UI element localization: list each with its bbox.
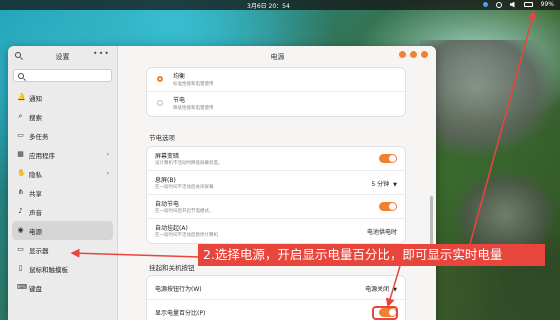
sidebar-item-label: 鼠标和触摸板 (29, 265, 68, 274)
settings-window: 设置 ••• 🔔 通知 ⌕ 搜索 ▭ 多任务 ▦ 应用程序 › ✋ 隐私 › ⋔ 共享 ♪ 声音 ◉ 电源 ▭ 显示器… (8, 46, 436, 320)
dropdown-power-button[interactable]: 电源关闭 ▼ (365, 284, 397, 293)
row-auto-suspend[interactable]: 自动挂起(A) 在一段时间不活动后暂停计算机 电池供电时 (147, 219, 405, 243)
row-desc: 在一段时间不活动后暂停计算机 (155, 233, 218, 238)
power-saving-card: 屏幕变暗 设计算机不活动时降低屏幕亮度。 息屏(B) 在一段时间不活动后关闭屏幕… (147, 147, 405, 243)
row-screen-blank: 息屏(B) 在一段时间不活动后关闭屏幕 5 分钟 ▼ (147, 171, 405, 195)
sidebar-item-label: 搜索 (29, 113, 42, 122)
highlight-toggle (372, 306, 398, 320)
row-label: 息屏(B) (155, 177, 176, 184)
option-desc: 标准性能和电量使用 (173, 82, 214, 87)
sidebar-item-multitask[interactable]: ▭ 多任务 (8, 126, 117, 145)
maximize-button[interactable] (410, 51, 417, 58)
panel-header: 电源 (119, 46, 436, 66)
sidebar-search-input[interactable] (13, 69, 112, 82)
power-mode-balanced[interactable]: 均衡 标准性能和电量使用 (147, 68, 405, 92)
sidebar-item-sound[interactable]: ♪ 声音 (8, 202, 117, 221)
chevron-down-icon: ▼ (393, 287, 397, 293)
sidebar-item-label: 声音 (29, 208, 42, 217)
sidebar-item-share[interactable]: ⋔ 共享 (8, 183, 117, 202)
accessibility-icon[interactable] (482, 2, 488, 7)
sidebar-item-label: 应用程序 (29, 151, 55, 160)
annotation-callout: 2.选择电源，开启显示电量百分比，即可显示实时电量 (198, 244, 545, 266)
row-desc: 设计算机不活动时降低屏幕亮度。 (155, 161, 223, 166)
power-mode-saver[interactable]: 节电 降低性能和电量使用 (147, 92, 405, 116)
row-power-button: 电源按钮行为(W) 电源关闭 ▼ (147, 276, 405, 300)
sidebar-item-bell[interactable]: 🔔 通知 (8, 88, 117, 107)
section-title-power-saving: 节电选项 (149, 134, 175, 142)
multitask-icon: ▭ (17, 131, 24, 139)
sidebar-item-keyboard[interactable]: ⌨ 键盘 (8, 278, 117, 297)
row-label: 显示电量百分比(P) (155, 310, 206, 317)
share-icon: ⋔ (17, 188, 24, 196)
sidebar-item-label: 键盘 (29, 284, 42, 293)
row-label: 电源按钮行为(W) (155, 286, 202, 293)
network-icon[interactable] (495, 1, 502, 8)
power-icon: ◉ (17, 226, 24, 234)
dropdown-value: 电源关闭 (365, 286, 390, 293)
row-desc: 在一段时间后开启节电模式。 (155, 209, 214, 214)
auto-suspend-value[interactable]: 电池供电时 (367, 227, 397, 236)
volume-icon[interactable] (509, 1, 515, 8)
close-button[interactable] (421, 51, 428, 58)
settings-sidebar: 设置 ••• 🔔 通知 ⌕ 搜索 ▭ 多任务 ▦ 应用程序 › ✋ 隐私 › ⋔ 共享 ♪ 声音 ◉ 电源 ▭ 显示器… (8, 46, 118, 320)
row-screen-dim: 屏幕变暗 设计算机不活动时降低屏幕亮度。 (147, 147, 405, 171)
battery-percentage: 99% (540, 1, 554, 8)
search-icon (18, 73, 24, 79)
keyboard-icon: ⌨ (17, 283, 28, 291)
power-panel: 电源 均衡 标准性能和电量使用 节电 降低性能和电量使用 节电选项 屏幕变暗 设… (119, 46, 436, 320)
dropdown-value: 5 分钟 (371, 181, 390, 188)
mouse-icon: ▯ (18, 264, 23, 272)
sound-icon: ♪ (18, 207, 23, 215)
sidebar-header: 设置 ••• (8, 46, 117, 66)
sidebar-item-power[interactable]: ◉ 电源 (12, 221, 113, 240)
radio-balanced[interactable] (157, 76, 163, 82)
system-tray[interactable]: 99% (482, 1, 554, 8)
sidebar-item-label: 电源 (29, 227, 42, 236)
hand-icon: ✋ (17, 169, 26, 177)
option-label: 节电 (173, 97, 186, 104)
display-icon: ▭ (17, 245, 24, 253)
sidebar-item-label: 通知 (29, 94, 42, 103)
sidebar-item-search[interactable]: ⌕ 搜索 (8, 107, 117, 126)
row-label: 自动挂起(A) (155, 225, 188, 232)
menu-button[interactable]: ••• (93, 49, 110, 58)
sidebar-item-apps[interactable]: ▦ 应用程序 › (8, 145, 117, 164)
window-controls (399, 51, 428, 58)
row-label: 自动节电 (155, 201, 180, 208)
option-desc: 降低性能和电量使用 (173, 106, 214, 111)
section-title-suspend: 挂起和关机按钮 (149, 264, 195, 272)
sidebar-item-label: 显示器 (29, 246, 49, 255)
battery-icon[interactable] (523, 2, 533, 7)
chevron-right-icon: › (106, 170, 109, 177)
sidebar-item-mouse[interactable]: ▯ 鼠标和触摸板 (8, 259, 117, 278)
row-label: 屏幕变暗 (155, 153, 180, 160)
top-bar: 3月6日 20：54 99% (0, 0, 560, 10)
bell-icon: 🔔 (17, 93, 26, 101)
page-title: 电源 (270, 53, 285, 61)
sidebar-item-hand[interactable]: ✋ 隐私 › (8, 164, 117, 183)
sidebar-item-display[interactable]: ▭ 显示器 (8, 240, 117, 259)
row-auto-power-saver: 自动节电 在一段时间后开启节电模式。 (147, 195, 405, 219)
sidebar-item-label: 隐私 (29, 170, 42, 179)
row-desc: 在一段时间不活动后关闭屏幕 (155, 185, 214, 190)
toggle-auto-power-saver[interactable] (379, 202, 397, 211)
sidebar-item-label: 共享 (29, 189, 42, 198)
power-mode-card: 均衡 标准性能和电量使用 节电 降低性能和电量使用 (147, 68, 405, 116)
radio-saver[interactable] (157, 100, 163, 106)
wallpaper-rock (420, 40, 560, 160)
apps-icon: ▦ (17, 150, 24, 158)
row-battery-percentage: 显示电量百分比(P) (147, 300, 405, 320)
suspend-card: 电源按钮行为(W) 电源关闭 ▼ 显示电量百分比(P) (147, 276, 405, 320)
option-label: 均衡 (173, 73, 186, 80)
clock[interactable]: 3月6日 20：54 (247, 1, 290, 10)
search-icon: ⌕ (18, 112, 23, 120)
dropdown-screen-blank[interactable]: 5 分钟 ▼ (371, 179, 397, 188)
chevron-right-icon: › (106, 151, 109, 158)
chevron-down-icon: ▼ (393, 182, 397, 188)
toggle-screen-dim[interactable] (379, 154, 397, 163)
minimize-button[interactable] (399, 51, 406, 58)
sidebar-item-label: 多任务 (29, 132, 49, 141)
